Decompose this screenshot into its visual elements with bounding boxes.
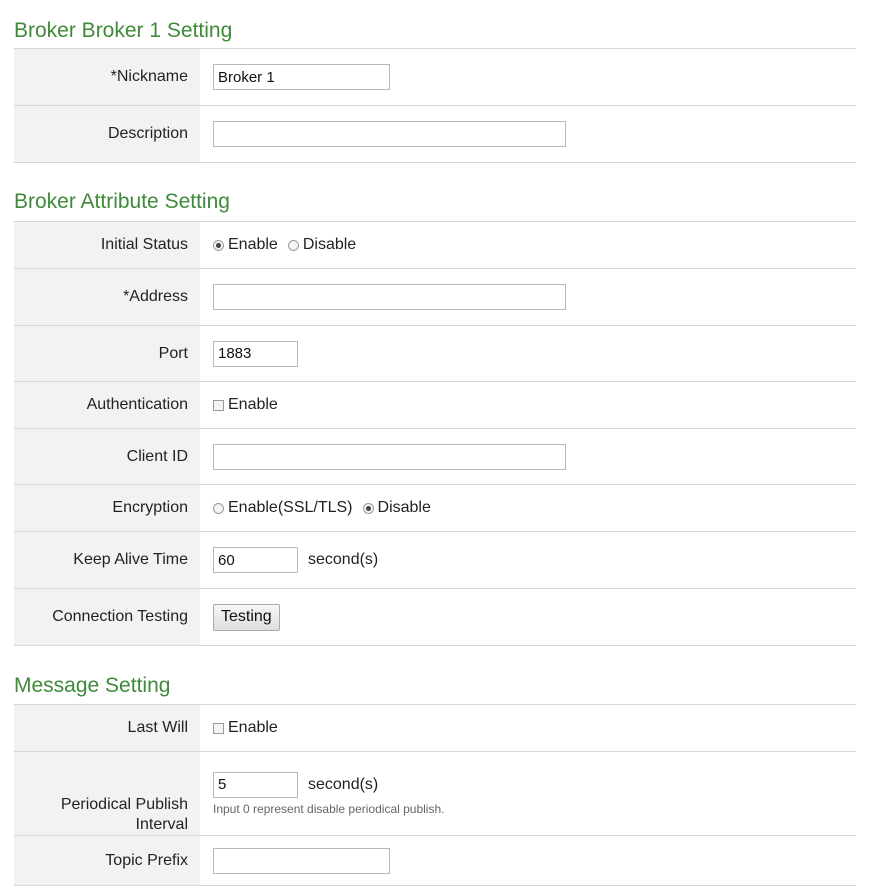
broker-settings-page: Broker Broker 1 Setting *Nickname Descri…	[0, 0, 875, 888]
authentication-checkbox[interactable]	[213, 399, 224, 411]
initial-status-label: Initial Status	[14, 222, 200, 268]
topic-prefix-row: Topic Prefix	[14, 836, 856, 886]
address-row: *Address	[14, 269, 856, 326]
periodical-publish-row: Periodical Publish Interval second(s) In…	[14, 752, 856, 836]
keep-alive-unit: second(s)	[308, 551, 379, 568]
connection-testing-label: Connection Testing	[14, 589, 200, 645]
nickname-label: *Nickname	[14, 49, 200, 105]
initial-status-disable-radio[interactable]	[287, 239, 299, 251]
authentication-enable-option[interactable]: Enable	[213, 396, 278, 414]
topic-prefix-input[interactable]	[213, 847, 390, 874]
initial-status-row: Initial Status Enable Disable	[14, 222, 856, 269]
client-id-label: Client ID	[14, 429, 200, 484]
encryption-enable-label: Enable(SSL/TLS)	[228, 499, 353, 516]
client-id-input[interactable]	[213, 443, 566, 470]
connection-testing-row: Connection Testing Testing	[14, 589, 856, 646]
encryption-row: Encryption Enable(SSL/TLS) Disable	[14, 485, 856, 532]
address-label: *Address	[14, 269, 200, 325]
encryption-enable-option[interactable]: Enable(SSL/TLS)	[213, 499, 353, 517]
periodical-publish-hint: Input 0 represent disable periodical pub…	[213, 801, 445, 816]
keep-alive-row: Keep Alive Time second(s)	[14, 532, 856, 589]
attribute-settings-table: Initial Status Enable Disable *Address P…	[14, 221, 856, 646]
keep-alive-input[interactable]	[213, 547, 298, 573]
message-section-title: Message Setting	[14, 674, 171, 697]
periodical-publish-label: Periodical Publish Interval	[14, 752, 200, 835]
initial-status-enable-label: Enable	[228, 236, 278, 253]
address-input[interactable]	[213, 284, 566, 310]
broker-settings-table: *Nickname Description	[14, 48, 856, 163]
last-will-row: Last Will Enable	[14, 705, 856, 752]
port-input[interactable]	[213, 340, 298, 367]
periodical-publish-label-line2: Interval	[135, 816, 188, 833]
last-will-label: Last Will	[14, 705, 200, 751]
encryption-disable-radio[interactable]	[362, 502, 374, 514]
testing-button[interactable]: Testing	[213, 603, 280, 631]
encryption-disable-option[interactable]: Disable	[362, 499, 431, 517]
encryption-enable-radio[interactable]	[213, 502, 224, 514]
message-settings-table: Last Will Enable Periodical Publish Inte…	[14, 704, 856, 886]
port-label: Port	[14, 326, 200, 381]
encryption-disable-label: Disable	[377, 499, 431, 516]
last-will-checkbox-label: Enable	[228, 719, 278, 736]
initial-status-enable-option[interactable]: Enable	[213, 236, 278, 254]
nickname-input[interactable]	[213, 64, 390, 90]
periodical-publish-label-line1: Periodical Publish	[60, 796, 188, 813]
description-input[interactable]	[213, 121, 566, 147]
authentication-label: Authentication	[14, 382, 200, 428]
initial-status-enable-radio[interactable]	[213, 239, 224, 251]
last-will-enable-option[interactable]: Enable	[213, 719, 278, 737]
description-label: Description	[14, 106, 200, 162]
description-row: Description	[14, 106, 856, 163]
authentication-checkbox-label: Enable	[228, 396, 278, 413]
keep-alive-label: Keep Alive Time	[14, 532, 200, 588]
port-row: Port	[14, 326, 856, 382]
nickname-row: *Nickname	[14, 49, 856, 106]
client-id-row: Client ID	[14, 429, 856, 485]
encryption-label: Encryption	[14, 485, 200, 531]
attribute-section-title: Broker Attribute Setting	[14, 190, 230, 213]
broker-section-title: Broker Broker 1 Setting	[14, 19, 233, 42]
authentication-row: Authentication Enable	[14, 382, 856, 429]
initial-status-disable-label: Disable	[302, 236, 357, 253]
topic-prefix-label: Topic Prefix	[14, 836, 200, 885]
periodical-publish-input[interactable]	[213, 771, 298, 798]
initial-status-disable-option[interactable]: Disable	[287, 236, 357, 254]
periodical-publish-unit: second(s)	[308, 775, 379, 793]
last-will-checkbox[interactable]	[213, 722, 224, 734]
